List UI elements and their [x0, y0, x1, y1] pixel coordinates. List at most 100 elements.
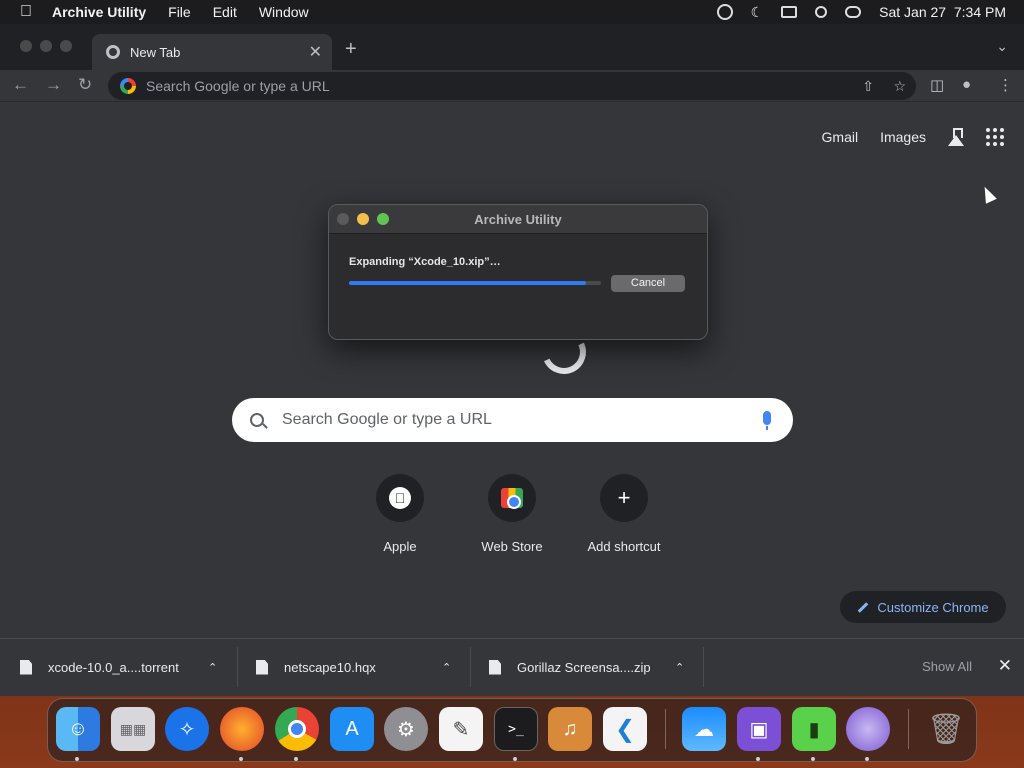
- tab-search-chevron-icon[interactable]: ⌄: [996, 38, 1008, 55]
- ntp-header: Gmail Images: [822, 128, 1004, 146]
- tab-close-icon[interactable]: ✕: [309, 42, 322, 62]
- google-apps-icon[interactable]: [986, 128, 1004, 146]
- shortcut-apple[interactable]:  Apple: [344, 474, 456, 554]
- chrome-menu-icon[interactable]: ⋮: [998, 76, 1013, 94]
- menu-edit[interactable]: Edit: [213, 4, 237, 20]
- labs-flask-icon[interactable]: [948, 128, 964, 146]
- menu-clock[interactable]: Sat Jan 27 7:34 PM: [879, 4, 1006, 20]
- customize-label: Customize Chrome: [877, 599, 989, 615]
- download-shelf: xcode-10.0_a....torrent ⌃ netscape10.hqx…: [0, 638, 1024, 696]
- images-link[interactable]: Images: [880, 129, 926, 145]
- download-item[interactable]: xcode-10.0_a....torrent ⌃: [20, 647, 238, 687]
- launchpad-icon[interactable]: ▦▦: [111, 707, 155, 751]
- forward-arrow-icon[interactable]: →: [45, 75, 62, 95]
- file-icon: [256, 659, 268, 675]
- spotlight-search-icon[interactable]: [815, 6, 828, 18]
- dialog-titlebar[interactable]: Archive Utility: [329, 205, 707, 234]
- shortcut-label: Apple: [383, 539, 417, 554]
- pencil-icon: [858, 601, 869, 613]
- dialog-zoom-button[interactable]: [377, 213, 389, 225]
- ntp-search-placeholder: Search Google or type a URL: [282, 411, 492, 428]
- transmission-icon[interactable]: [846, 707, 890, 751]
- dock-separator: [665, 709, 666, 749]
- show-all-downloads-button[interactable]: Show All: [922, 659, 972, 674]
- focus-moon-icon[interactable]: ☾: [751, 4, 764, 21]
- dialog-close-button[interactable]: [337, 213, 349, 225]
- dock-separator: [908, 709, 909, 749]
- download-item[interactable]: netscape10.hqx ⌃: [256, 647, 471, 687]
- gmail-link[interactable]: Gmail: [822, 129, 859, 145]
- window-close-button[interactable]: [20, 40, 32, 52]
- browser-toolbar: ← → ↻ Search Google or type a URL ⇧ ☆ ◫ …: [0, 70, 1024, 102]
- back-arrow-icon[interactable]: ←: [12, 75, 29, 95]
- dock-running-indicator: [756, 757, 760, 761]
- firefox-icon[interactable]: [220, 707, 264, 751]
- safari-icon[interactable]: ✧: [165, 707, 209, 751]
- shortcut-web-store[interactable]: Web Store: [456, 474, 568, 554]
- tab-new-tab[interactable]: New Tab ✕: [92, 34, 332, 70]
- omnibox-placeholder: Search Google or type a URL: [146, 78, 330, 94]
- progress-bar: [349, 281, 601, 285]
- search-icon: [250, 413, 264, 427]
- shortcut-add[interactable]: + Add shortcut: [568, 474, 680, 554]
- apple-menu-icon[interactable]: : [0, 3, 52, 21]
- menu-app-name[interactable]: Archive Utility: [52, 4, 146, 20]
- download-filename: xcode-10.0_a....torrent: [48, 659, 179, 675]
- download-options-chevron-icon[interactable]: ⌃: [442, 661, 451, 674]
- share-icon[interactable]: ⇧: [862, 78, 874, 95]
- dock-running-indicator: [811, 757, 815, 761]
- dock-running-indicator: [513, 757, 517, 761]
- omnibox[interactable]: Search Google or type a URL ⇧ ☆: [108, 72, 916, 100]
- archive-utility-dialog: Archive Utility Expanding “Xcode_10.xip”…: [328, 204, 708, 340]
- textedit-icon[interactable]: ✎: [439, 707, 483, 751]
- terminal-icon[interactable]: >_: [494, 707, 538, 751]
- dialog-title: Archive Utility: [474, 212, 562, 227]
- dock-running-indicator: [294, 757, 298, 761]
- expanding-message: Expanding “Xcode_10.xip”…: [349, 256, 501, 268]
- dock: ☺ ▦▦ ✧ A ⚙ ✎ >_ ♫ ❮ ☁ ▣ ▮ 🗑: [47, 698, 977, 762]
- garageband-guitar-icon[interactable]: ♫: [548, 707, 592, 751]
- shortcut-label: Web Store: [481, 539, 543, 554]
- keka-icon[interactable]: ▮: [792, 707, 836, 751]
- new-tab-plus-icon[interactable]: +: [345, 38, 357, 61]
- web-store-icon: [501, 488, 523, 509]
- plus-icon: +: [617, 485, 631, 510]
- download-options-chevron-icon[interactable]: ⌃: [208, 661, 217, 674]
- customize-chrome-button[interactable]: Customize Chrome: [840, 591, 1006, 623]
- chrome-window: New Tab ✕ + ⌄ ← → ↻ Search Google or typ…: [0, 24, 1024, 696]
- side-panel-icon[interactable]: ◫: [930, 76, 944, 94]
- control-center-icon[interactable]: [845, 6, 862, 18]
- screen-mirroring-icon[interactable]: [781, 6, 798, 18]
- window-zoom-button[interactable]: [60, 40, 72, 52]
- download-shelf-close-icon[interactable]: ✕: [998, 656, 1012, 676]
- download-filename: netscape10.hqx: [284, 659, 376, 675]
- reload-icon[interactable]: ↻: [78, 75, 92, 95]
- apple-icon: : [389, 487, 411, 509]
- bookmark-star-icon[interactable]: ☆: [893, 78, 906, 95]
- download-options-chevron-icon[interactable]: ⌃: [675, 661, 684, 674]
- window-minimize-button[interactable]: [40, 40, 52, 52]
- profile-avatar-icon[interactable]: ●: [962, 76, 971, 93]
- voice-search-mic-icon[interactable]: [763, 411, 771, 430]
- download-item[interactable]: Gorillaz Screensa....zip ⌃: [489, 647, 704, 687]
- file-icon: [20, 659, 32, 675]
- shortcut-label: Add shortcut: [587, 539, 661, 554]
- system-settings-gear-icon[interactable]: ⚙: [384, 707, 428, 751]
- menu-file[interactable]: File: [168, 4, 191, 20]
- trash-icon[interactable]: 🗑: [924, 707, 968, 751]
- dialog-minimize-button[interactable]: [357, 213, 369, 225]
- status-app-icon[interactable]: [716, 4, 733, 20]
- dock-running-indicator: [865, 757, 869, 761]
- chrome-icon[interactable]: [275, 707, 319, 751]
- cancel-button[interactable]: Cancel: [611, 275, 685, 292]
- app-store-icon[interactable]: A: [330, 707, 374, 751]
- dock-running-indicator: [75, 757, 79, 761]
- ntp-search-box[interactable]: Search Google or type a URL: [232, 398, 793, 442]
- archive-utility-icon[interactable]: ▣: [737, 707, 781, 751]
- file-icon: [489, 659, 501, 675]
- shortcut-apple-bubble: : [376, 474, 424, 522]
- vscode-icon[interactable]: ❮: [603, 707, 647, 751]
- finder-icon[interactable]: ☺: [56, 707, 100, 751]
- menu-window[interactable]: Window: [259, 4, 309, 20]
- weather-cloud-icon[interactable]: ☁: [682, 707, 726, 751]
